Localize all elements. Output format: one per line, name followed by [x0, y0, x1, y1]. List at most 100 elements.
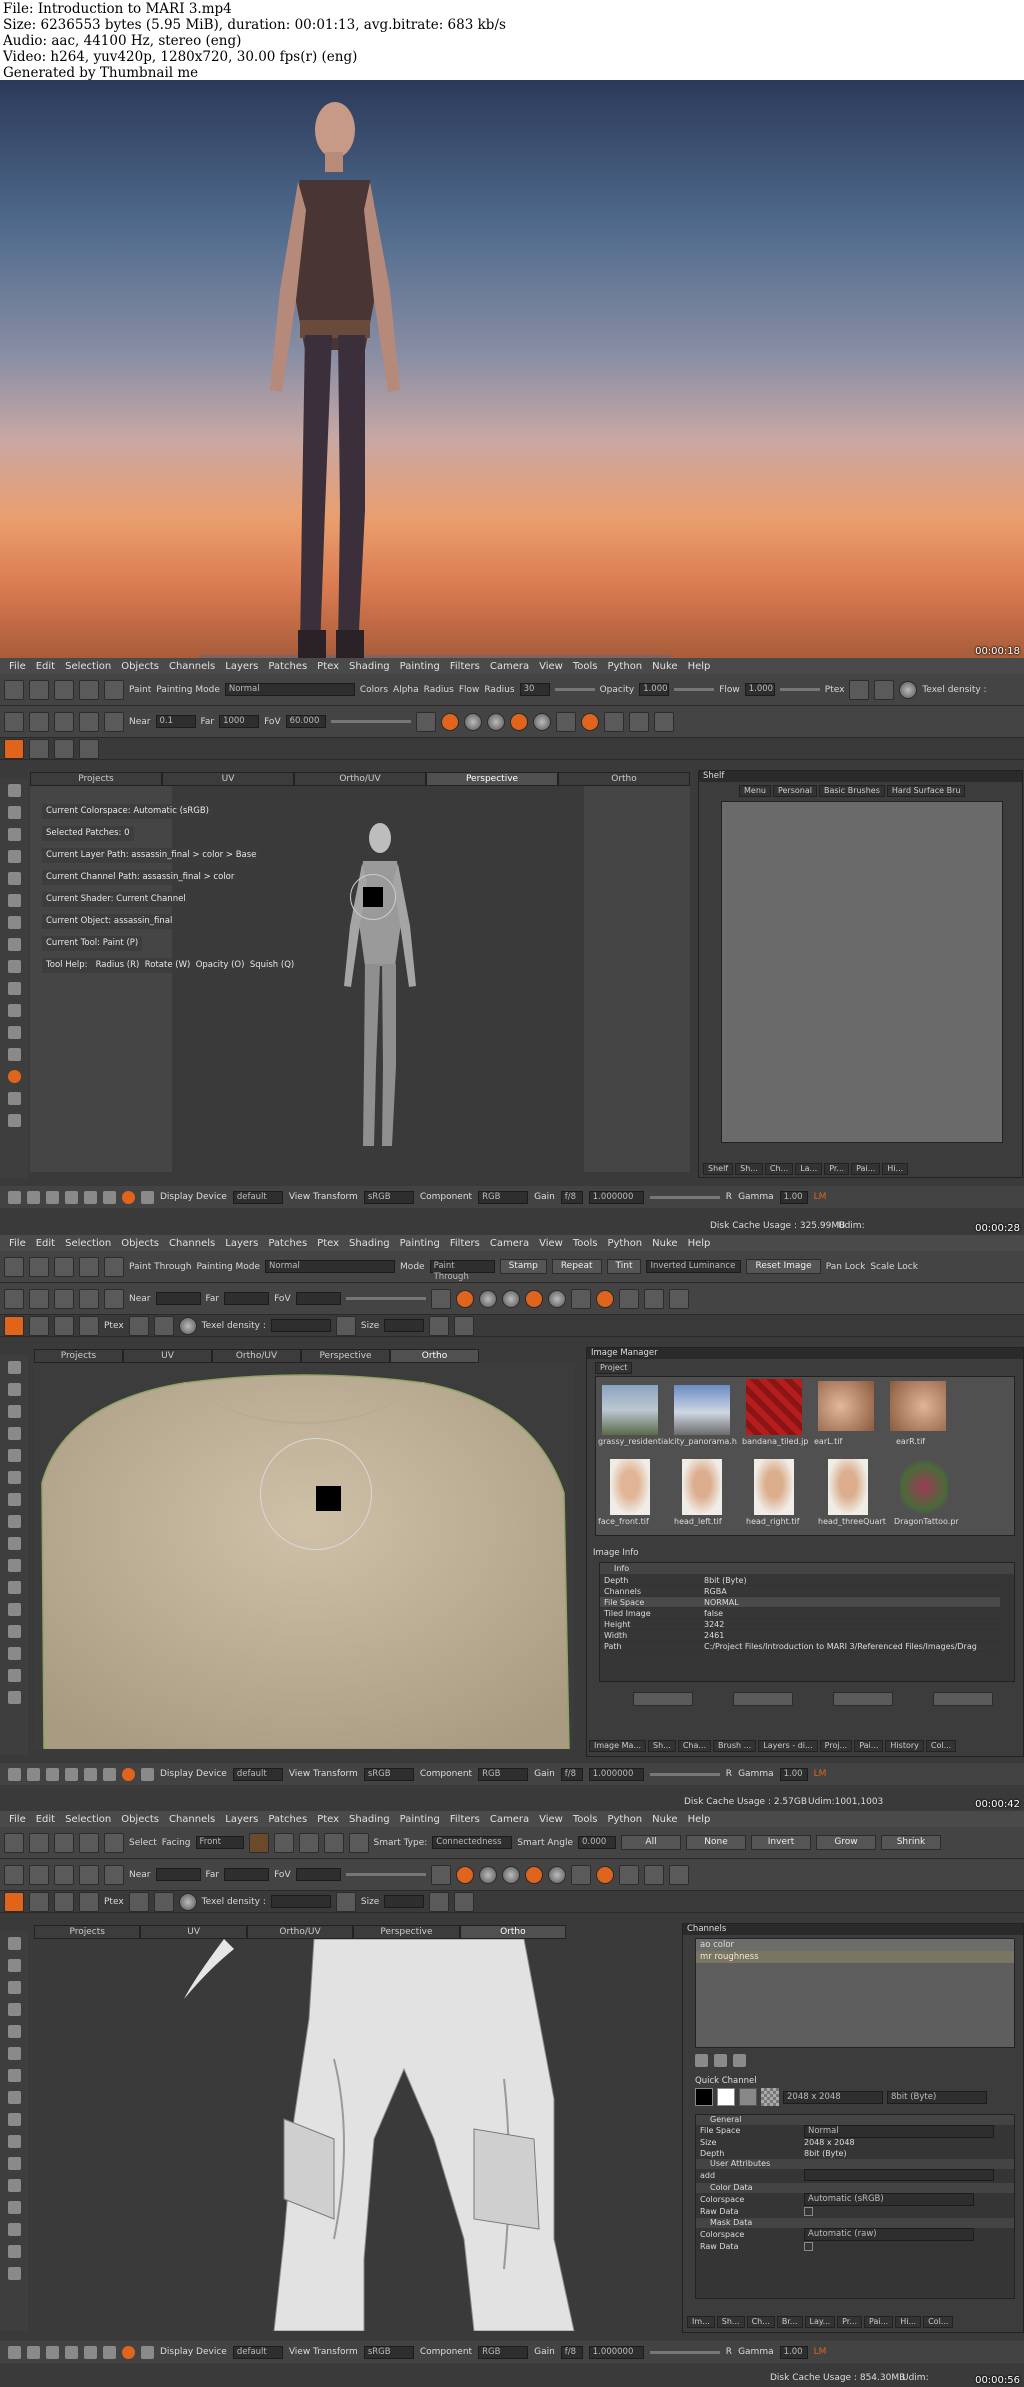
menu-tools[interactable]: Tools [568, 1814, 603, 1825]
shader-orange-icon[interactable] [509, 712, 528, 731]
menu-selection[interactable]: Selection [60, 661, 116, 672]
rotate-status-icon[interactable] [65, 2345, 78, 2359]
menu-selection[interactable]: Selection [60, 1814, 116, 1825]
menu-filters[interactable]: Filters [445, 1238, 485, 1249]
grid-icon[interactable] [54, 711, 74, 732]
shelf-btab-3[interactable]: La... [795, 1163, 823, 1175]
radius-input[interactable]: 30 [519, 683, 550, 696]
menu-patches[interactable]: Patches [263, 1814, 312, 1825]
doc-icon[interactable] [141, 2345, 154, 2359]
import-image-button[interactable] [633, 1692, 693, 1706]
menu-view[interactable]: View [534, 1238, 568, 1249]
smart-type-select[interactable]: Connectedness [432, 1836, 513, 1849]
paint-mode-icon[interactable] [440, 712, 459, 731]
menu-camera[interactable]: Camera [485, 1814, 534, 1825]
alpha-label[interactable]: Alpha [393, 685, 419, 695]
paint-brush-icon[interactable] [4, 1315, 24, 1336]
invert-button[interactable]: Invert [751, 1835, 811, 1850]
ch-btab-5[interactable]: Pr... [837, 2316, 862, 2328]
pan-tool-icon[interactable] [7, 1981, 21, 1994]
pan-tool-icon[interactable] [7, 828, 21, 841]
blur-tool-icon[interactable] [7, 2113, 21, 2126]
slice-tool-icon[interactable] [7, 1026, 21, 1039]
open-icon[interactable] [29, 679, 49, 700]
camera-icon[interactable] [29, 1864, 49, 1885]
record-icon[interactable] [122, 2345, 135, 2359]
shader-sphere-icon[interactable] [478, 1865, 497, 1884]
menu-ptex[interactable]: Ptex [312, 1238, 344, 1249]
menu-edit[interactable]: Edit [31, 661, 60, 672]
ch-btab-1[interactable]: Sh... [716, 2316, 745, 2328]
smudge-tool-icon[interactable] [7, 2091, 21, 2104]
marquee-select-icon[interactable] [298, 1832, 319, 1853]
shelf-btab-0[interactable]: Shelf [703, 1163, 734, 1175]
thumb-earl[interactable] [818, 1381, 874, 1431]
menu-channels[interactable]: Channels [164, 1814, 220, 1825]
camera-icon[interactable] [29, 711, 49, 732]
camera-icon[interactable] [29, 1288, 49, 1309]
globe-icon[interactable] [178, 1316, 197, 1335]
eraser-icon[interactable] [104, 679, 124, 700]
shader-lit-icon[interactable] [501, 1289, 520, 1308]
undo-icon[interactable] [4, 1864, 24, 1885]
tab-projects[interactable]: Projects [34, 1349, 123, 1363]
shader-orange-icon[interactable] [524, 1865, 543, 1884]
menu-painting[interactable]: Painting [395, 1814, 445, 1825]
tab-uv[interactable]: UV [140, 1925, 247, 1939]
snapshot-icon[interactable] [104, 711, 124, 732]
paint-mode-icon[interactable] [455, 1289, 474, 1308]
brush-icon[interactable] [79, 679, 99, 700]
brush-settings-icon[interactable] [653, 711, 674, 732]
swatch-grey[interactable] [739, 2088, 757, 2106]
menu-filters[interactable]: Filters [445, 661, 485, 672]
shader-sphere-icon[interactable] [478, 1289, 497, 1308]
shelf-tab-personal[interactable]: Personal [772, 785, 817, 797]
globe-icon[interactable] [899, 680, 918, 699]
im-btab-7[interactable]: History [885, 1740, 924, 1752]
component-select[interactable]: RGB [478, 1767, 529, 1781]
save-icon[interactable] [54, 679, 74, 700]
size-input[interactable] [384, 1319, 425, 1332]
zoom-tool-icon[interactable] [7, 1449, 21, 1462]
copy-icon[interactable] [429, 1891, 450, 1912]
add-attribute-label[interactable]: add [700, 2169, 804, 2183]
paint-brush-icon[interactable] [4, 738, 24, 759]
paint-smear-icon[interactable] [54, 738, 74, 759]
menu-python[interactable]: Python [602, 661, 647, 672]
menu-channels[interactable]: Channels [164, 661, 220, 672]
undo-icon[interactable] [4, 1288, 24, 1309]
doc-icon[interactable] [141, 1190, 154, 1204]
shelf-btab-1[interactable]: Sh... [735, 1163, 763, 1175]
im-btab-8[interactable]: Col... [925, 1740, 957, 1752]
component-select[interactable]: RGB [478, 1190, 529, 1204]
shelf-tab-hardsurface[interactable]: Hard Surface Bru [886, 785, 966, 797]
shelf-tab-menu[interactable]: Menu [739, 785, 771, 797]
blur-tool-icon[interactable] [7, 960, 21, 973]
menu-file[interactable]: File [4, 1814, 31, 1825]
select-tool-icon[interactable] [7, 1361, 21, 1374]
im-btab-3[interactable]: Brush ... [713, 1740, 757, 1752]
tab-uv[interactable]: UV [162, 772, 294, 786]
swatch-white[interactable] [717, 2088, 735, 2106]
raw-data-checkbox[interactable] [804, 2207, 813, 2216]
paste-icon[interactable] [454, 1891, 475, 1912]
view-transform-select[interactable]: sRGB [363, 1190, 414, 1204]
thumb-city-panorama[interactable] [674, 1385, 730, 1435]
gear-status-icon[interactable] [84, 1190, 97, 1204]
paint-clone-icon[interactable] [79, 1891, 99, 1912]
texel-density-input[interactable] [270, 1319, 331, 1332]
gain-slider[interactable] [649, 2350, 720, 2354]
gain-slider[interactable] [649, 1195, 720, 1199]
gain-slider[interactable] [649, 1772, 720, 1776]
shelf-btab-6[interactable]: Hi... [882, 1163, 909, 1175]
radius-slider[interactable] [554, 688, 595, 691]
refresh-channel-icon[interactable] [714, 2054, 727, 2067]
smudge-tool-icon[interactable] [7, 1515, 21, 1528]
shader-orange-icon[interactable] [524, 1289, 543, 1308]
gain-select[interactable]: f/8 [560, 1767, 583, 1781]
grid-tool-icon[interactable] [7, 1559, 21, 1572]
paste-icon[interactable] [454, 1315, 475, 1336]
paint-clone-icon[interactable] [79, 1315, 99, 1336]
ch-btab-8[interactable]: Col... [923, 2316, 954, 2328]
paint-stamp-icon[interactable] [29, 1891, 49, 1912]
